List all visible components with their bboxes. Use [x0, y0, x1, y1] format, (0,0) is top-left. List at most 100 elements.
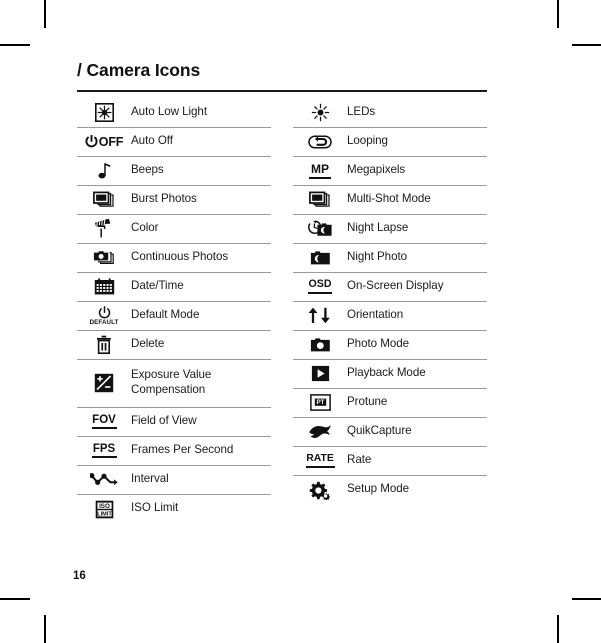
icon-label: ISO Limit	[131, 501, 179, 515]
burst-photos-icon	[77, 188, 131, 212]
frames-per-second-icon-underline	[91, 456, 117, 459]
page-content: / Camera Icons Auto Low Light OFF Auto O…	[77, 60, 487, 524]
svg-text:ISO: ISO	[99, 502, 110, 509]
table-row: Photo Mode	[293, 331, 487, 360]
icon-label: Color	[131, 220, 159, 234]
rate-icon-text: RATE	[306, 452, 334, 464]
icon-label: Beeps	[131, 162, 164, 176]
icon-label: Night Photo	[347, 249, 408, 263]
default-mode-icon-text: DEFAULT	[89, 318, 119, 326]
icon-label: Playback Mode	[347, 365, 426, 379]
crop-mark-top-left-horizontal	[0, 44, 30, 46]
date-time-icon	[77, 275, 131, 299]
table-row: Continuous Photos	[77, 244, 271, 273]
table-row: Delete	[77, 331, 271, 360]
crop-mark-top-left-vertical	[44, 0, 46, 28]
iso-limit-icon: ISO LIMIT	[77, 497, 131, 522]
page-number: 16	[73, 570, 86, 582]
table-row: Burst Photos	[77, 186, 271, 215]
icon-label: Rate	[347, 452, 372, 466]
icon-label: Megapixels	[347, 162, 406, 176]
interval-icon	[77, 469, 131, 490]
protune-icon: PT	[293, 391, 347, 414]
quikcapture-icon	[293, 421, 347, 442]
icon-label: Night Lapse	[347, 220, 409, 234]
megapixels-icon: MP	[293, 160, 347, 182]
icon-legend-right-column: LEDs Looping MP Megapixels Multi-Shot Mo…	[293, 99, 487, 505]
table-row: ISO LIMIT ISO Limit	[77, 495, 271, 524]
crop-mark-bottom-right-horizontal	[572, 598, 601, 600]
icon-label: Looping	[347, 133, 388, 147]
icon-label: Multi-Shot Mode	[347, 191, 431, 205]
leds-icon	[293, 100, 347, 125]
exposure-value-icon	[77, 370, 131, 396]
multi-shot-mode-icon	[293, 188, 347, 212]
table-row: Playback Mode	[293, 360, 487, 389]
table-row: Beeps	[77, 157, 271, 186]
icon-label: Continuous Photos	[131, 249, 229, 263]
playback-mode-icon	[293, 362, 347, 385]
continuous-photos-icon	[77, 246, 131, 269]
delete-icon	[77, 332, 131, 357]
crop-mark-top-right-vertical	[557, 0, 559, 28]
icon-label: Frames Per Second	[131, 442, 234, 456]
table-row: MP Megapixels	[293, 157, 487, 186]
title-divider	[77, 90, 487, 92]
megapixels-icon-text: MP	[311, 161, 329, 176]
megapixels-icon-underline	[309, 176, 331, 179]
field-of-view-icon: FOV	[77, 411, 131, 432]
field-of-view-icon-underline	[91, 427, 117, 430]
orientation-icon	[293, 304, 347, 327]
icon-label: Photo Mode	[347, 336, 410, 350]
rate-icon: RATE	[293, 450, 347, 472]
page-title: / Camera Icons	[77, 60, 201, 80]
icon-label: Burst Photos	[131, 191, 197, 205]
on-screen-display-icon: OSD	[293, 276, 347, 297]
icon-legend-left-column: Auto Low Light OFF Auto Off Beeps Burst …	[77, 99, 271, 524]
crop-mark-top-right-horizontal	[572, 44, 601, 46]
icon-label: Orientation	[347, 307, 404, 321]
svg-text:PT: PT	[316, 399, 324, 406]
table-row: OFF Auto Off	[77, 128, 271, 157]
photo-mode-icon	[293, 334, 347, 356]
icon-legend-table: Auto Low Light OFF Auto Off Beeps Burst …	[77, 99, 487, 524]
table-row: Night Lapse	[293, 215, 487, 244]
setup-mode-icon	[293, 478, 347, 503]
table-row: PT Protune	[293, 389, 487, 418]
rate-icon-underline	[305, 465, 335, 469]
frames-per-second-icon: FPS	[77, 440, 131, 461]
table-row: Exposure Value Compensation	[77, 360, 271, 408]
night-lapse-icon	[293, 217, 347, 241]
auto-low-light-icon	[77, 100, 131, 125]
crop-mark-bottom-right-vertical	[557, 615, 559, 643]
table-row: Multi-Shot Mode	[293, 186, 487, 215]
icon-label: LEDs	[347, 104, 376, 118]
table-row: Orientation	[293, 302, 487, 331]
table-row: RATE Rate	[293, 447, 487, 476]
table-row: Setup Mode	[293, 476, 487, 505]
table-row: OSD On-Screen Display	[293, 273, 487, 302]
night-photo-icon	[293, 247, 347, 269]
icon-label: Delete	[131, 336, 165, 350]
icon-label: Auto Off	[131, 133, 173, 147]
field-of-view-icon-text: FOV	[92, 413, 116, 426]
table-row: Night Photo	[293, 244, 487, 273]
icon-label: Default Mode	[131, 307, 200, 321]
table-row: Date/Time	[77, 273, 271, 302]
icon-label: Field of View	[131, 413, 197, 427]
table-row: DEFAULT Default Mode	[77, 302, 271, 331]
auto-off-icon-text: OFF	[98, 134, 124, 149]
table-row: FOV Field of View	[77, 408, 271, 437]
table-row: Looping	[293, 128, 487, 157]
table-row: QuikCapture	[293, 418, 487, 447]
table-row: Interval	[77, 466, 271, 495]
crop-mark-bottom-left-horizontal	[0, 598, 30, 600]
auto-off-icon: OFF	[77, 132, 131, 152]
svg-text:LIMIT: LIMIT	[97, 511, 112, 517]
table-row: LEDs	[293, 99, 487, 128]
beeps-icon	[77, 158, 131, 183]
looping-icon	[293, 131, 347, 153]
frames-per-second-icon-text: FPS	[92, 442, 116, 455]
crop-mark-bottom-left-vertical	[44, 615, 46, 643]
icon-label: Interval	[131, 471, 169, 485]
